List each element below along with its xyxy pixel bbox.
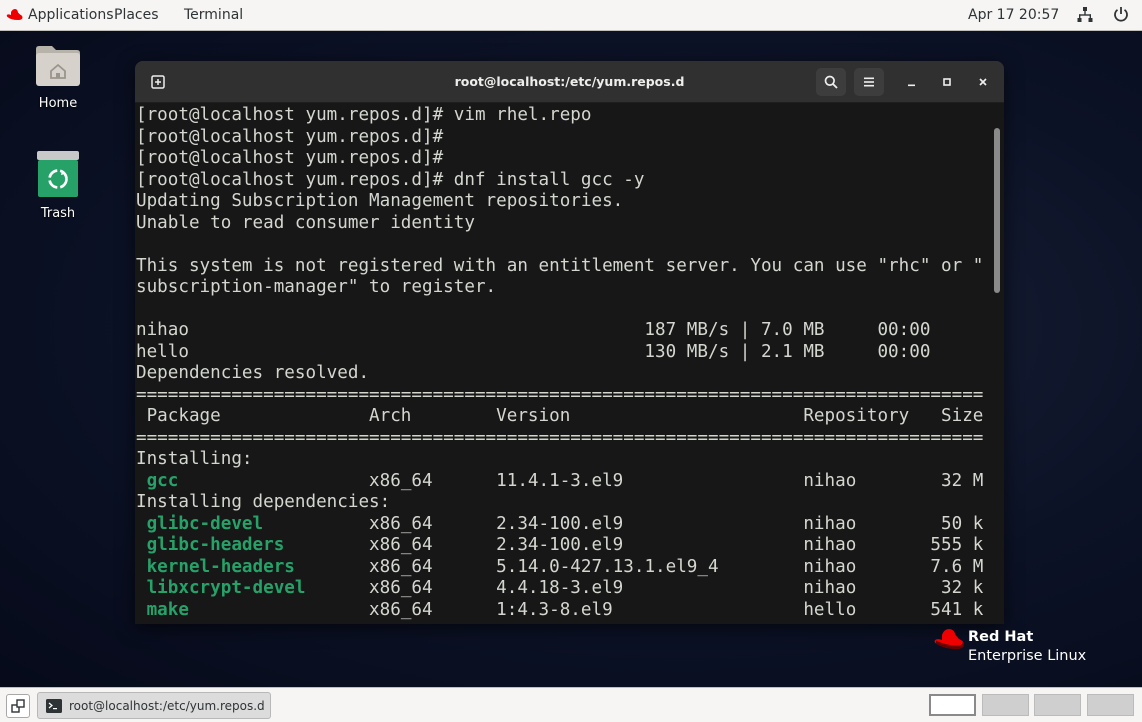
workspace-4[interactable] — [1087, 694, 1134, 716]
show-desktop-icon — [11, 699, 25, 713]
package-details: x86_64 11.4.1-3.el9 nihao 32 M — [178, 470, 984, 491]
desktop: Home Trash root@localhost:/etc/yum.repos… — [0, 31, 1142, 687]
hamburger-menu-button[interactable] — [854, 68, 884, 96]
terminal-window[interactable]: root@localhost:/etc/yum.repos.d [root@lo… — [135, 61, 1004, 624]
package-name: make — [146, 599, 189, 620]
terminal-line: hello 130 MB/s | 2.1 MB 00:00 — [136, 341, 931, 362]
terminal-line: [root@localhost yum.repos.d]# — [136, 126, 444, 147]
clock[interactable]: Apr 17 20:57 — [968, 7, 1059, 23]
redhat-icon — [6, 9, 23, 20]
terminal-line: glibc-devel x86_64 2.34-100.el9 nihao 50… — [136, 514, 992, 536]
trash-label: Trash — [40, 206, 76, 221]
home-label: Home — [38, 96, 78, 111]
terminal-line: Package Arch Version Repository Size — [136, 406, 984, 426]
maximize-icon — [943, 78, 951, 86]
workspace-3[interactable] — [1034, 694, 1081, 716]
package-name: glibc-devel — [146, 513, 264, 534]
power-icon[interactable] — [1113, 6, 1129, 26]
close-icon — [979, 78, 987, 86]
terminal-line: kernel-headers x86_64 5.14.0-427.13.1.el… — [136, 557, 992, 579]
applications-label: Applications — [28, 7, 114, 23]
window-header[interactable]: root@localhost:/etc/yum.repos.d — [135, 61, 1004, 103]
terminal-line: subscription-manager" to register. — [136, 277, 497, 297]
scrollbar-thumb[interactable] — [994, 128, 1000, 293]
home-folder[interactable]: Home — [18, 41, 98, 111]
terminal-line: Unable to read consumer identity — [136, 212, 475, 233]
search-icon — [824, 75, 838, 89]
terminal-line: This system is not registered with an en… — [136, 255, 984, 276]
terminal-line: [root@localhost yum.repos.d]# — [136, 148, 444, 168]
workspace-1[interactable] — [929, 694, 976, 716]
terminal-line: libxcrypt-devel x86_64 4.4.18-3.el9 niha… — [136, 578, 992, 600]
redhat-hat-icon — [934, 629, 964, 649]
taskbar-terminal-label: root@localhost:/etc/yum.repos.d — [69, 698, 265, 713]
terminal-line: Dependencies resolved. — [136, 363, 370, 383]
terminal-line: make x86_64 1:4.3-8.el9 hello 541 k — [136, 600, 992, 622]
redhat-brand-line1: Red Hat — [968, 629, 1034, 645]
workspace-2[interactable] — [982, 694, 1029, 716]
trash-icon — [37, 151, 79, 197]
terminal-lines: [root@localhost yum.repos.d]# vim rhel.r… — [136, 105, 992, 621]
network-icon[interactable] — [1077, 6, 1093, 27]
terminal-output[interactable]: [root@localhost yum.repos.d]# vim rhel.r… — [135, 103, 1004, 624]
terminal-line: gcc x86_64 11.4.1-3.el9 nihao 32 M — [136, 471, 992, 493]
minimize-icon — [908, 84, 915, 87]
package-name: kernel-headers — [146, 556, 295, 577]
package-details: x86_64 1:4.3-8.el9 hello 541 k — [188, 599, 984, 620]
terminal-line: Installing: — [136, 449, 253, 469]
maximize-button[interactable] — [932, 68, 962, 96]
places-menu[interactable]: Places — [114, 7, 159, 23]
package-details: x86_64 2.34-100.el9 nihao 50 k — [263, 513, 984, 534]
taskbar-terminal-item[interactable]: root@localhost:/etc/yum.repos.d — [37, 692, 271, 719]
show-desktop-button[interactable] — [6, 694, 30, 718]
package-name: gcc — [146, 470, 179, 491]
terminal-line: [root@localhost yum.repos.d]# dnf instal… — [136, 169, 645, 190]
trash-folder[interactable]: Trash — [18, 149, 98, 221]
terminal-icon — [46, 698, 62, 713]
terminal-line: glibc-headers x86_64 2.34-100.el9 nihao … — [136, 535, 992, 557]
terminal-line: Updating Subscription Management reposit… — [136, 191, 624, 211]
package-details: x86_64 2.34-100.el9 nihao 555 k — [284, 535, 984, 555]
terminal-app-menu[interactable]: Terminal — [184, 7, 243, 23]
minimize-button[interactable] — [897, 68, 927, 96]
search-button[interactable] — [816, 68, 846, 96]
terminal-line: ========================================… — [136, 384, 984, 405]
terminal-line: nihao 187 MB/s | 7.0 MB 00:00 — [136, 320, 931, 340]
package-details: x86_64 5.14.0-427.13.1.el9_4 nihao 7.6 M — [294, 556, 984, 577]
package-details: x86_64 4.4.18-3.el9 nihao 32 k — [305, 578, 984, 598]
terminal-line: Installing dependencies: — [136, 492, 391, 512]
package-name: libxcrypt-devel — [146, 578, 306, 598]
close-button[interactable] — [968, 68, 998, 96]
bottom-panel: root@localhost:/etc/yum.repos.d — [0, 687, 1142, 722]
terminal-line: [root@localhost yum.repos.d]# vim rhel.r… — [136, 105, 592, 125]
applications-menu[interactable]: Applications — [6, 7, 114, 23]
home-folder-icon — [36, 46, 80, 86]
top-panel: Applications Places Terminal Apr 17 20:5… — [0, 0, 1142, 31]
hamburger-icon — [864, 77, 874, 87]
redhat-brand-line2: Enterprise Linux — [968, 648, 1087, 664]
package-name: glibc-headers — [146, 535, 285, 555]
terminal-line: ========================================… — [136, 427, 984, 448]
